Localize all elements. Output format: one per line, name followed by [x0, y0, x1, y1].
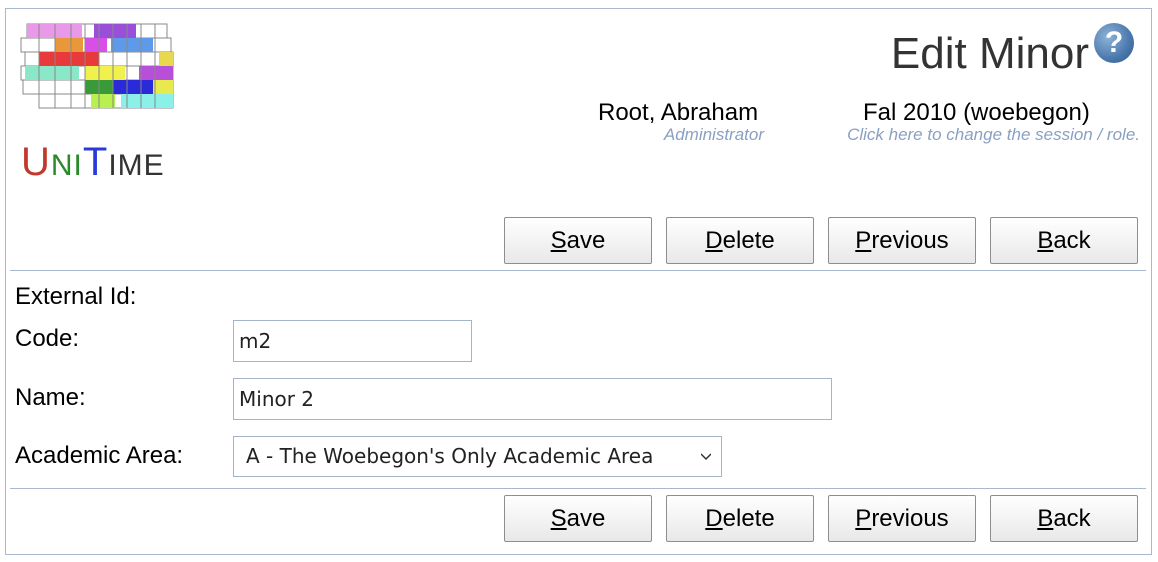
academic-area-label: Academic Area:: [15, 442, 184, 469]
back-button-bottom[interactable]: Back: [990, 495, 1138, 542]
user-name[interactable]: Root, Abraham: [598, 99, 758, 127]
session-name[interactable]: Fal 2010 (woebegon): [863, 99, 1090, 127]
bottom-divider: [10, 488, 1146, 489]
previous-button-bottom[interactable]: Previous: [828, 495, 976, 542]
page-frame: UNITIME Edit Minor ? Root, Abraham Admin…: [5, 8, 1152, 555]
name-input[interactable]: Minor 2: [233, 378, 832, 420]
save-button-top[interactable]: Save: [504, 217, 652, 264]
code-label: Code:: [15, 325, 80, 352]
top-divider: [10, 270, 1146, 271]
back-button-top[interactable]: Back: [990, 217, 1138, 264]
delete-button-top[interactable]: Delete: [666, 217, 814, 264]
external-id-label: External Id:: [15, 283, 137, 310]
timetable-grid-graphic: [20, 23, 174, 109]
help-icon[interactable]: ?: [1094, 23, 1134, 63]
unitime-logo[interactable]: UNITIME: [19, 22, 184, 192]
logo-wordmark: UNITIME: [21, 140, 165, 184]
delete-button-bottom[interactable]: Delete: [666, 495, 814, 542]
save-button-bottom[interactable]: Save: [504, 495, 652, 542]
academic-area-select[interactable]: A - The Woebegon's Only Academic Area: [233, 436, 722, 477]
session-change-hint[interactable]: Click here to change the session / role.: [847, 125, 1140, 145]
page-title: Edit Minor: [890, 29, 1089, 78]
code-input[interactable]: m2: [233, 320, 472, 362]
chevron-down-icon: [701, 453, 711, 461]
academic-area-selected-value: A - The Woebegon's Only Academic Area: [246, 444, 654, 468]
previous-button-top[interactable]: Previous: [828, 217, 976, 264]
user-role[interactable]: Administrator: [664, 125, 764, 145]
name-label: Name:: [15, 384, 86, 411]
